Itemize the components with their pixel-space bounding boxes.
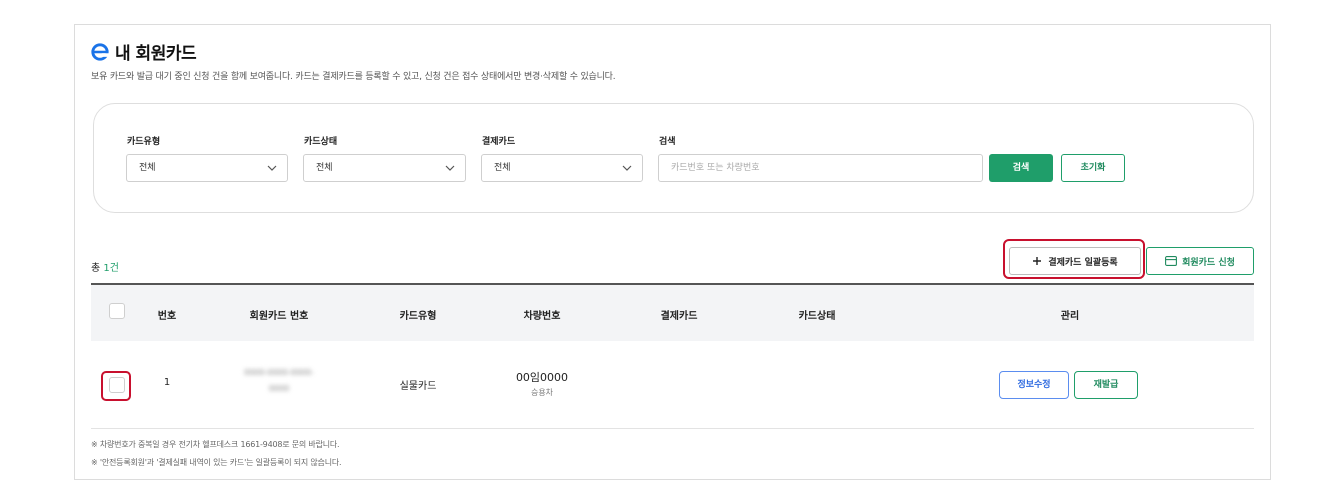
col-card-status: 카드상태 <box>798 311 836 322</box>
bulk-register-button[interactable]: 결제카드 일괄등록 <box>1009 247 1141 275</box>
table-header: 번호 회원카드 번호 카드유형 차량번호 결제카드 카드상태 관리 <box>91 283 1254 341</box>
reissue-button[interactable]: 재발급 <box>1074 371 1138 399</box>
row-vehicle-type: 승용차 <box>530 388 554 397</box>
total-count-value: 1건 <box>103 263 119 274</box>
note-duplicate-vehicle: ※ 차량번호가 중복일 경우 전기차 헬프데스크 1661-9408로 문의 바… <box>91 440 340 449</box>
card-status-label: 카드상태 <box>304 137 338 147</box>
chevron-down-icon <box>445 165 455 171</box>
search-input[interactable]: 카드번호 또는 차량번호 <box>658 154 983 182</box>
page-description: 보유 카드와 발급 대기 중인 신청 건을 함께 보여줍니다. 카드는 결제카드… <box>91 72 616 82</box>
row-card-type: 실물카드 <box>399 381 437 392</box>
row-checkbox-highlight <box>101 371 131 401</box>
total-count: 총 1건 <box>91 259 119 274</box>
page-title: 내 회원카드 <box>115 44 197 64</box>
card-status-value: 전체 <box>316 163 333 173</box>
card-number-line2: 0000 <box>268 384 290 393</box>
row-vehicle-number: 00임0000 <box>515 371 569 384</box>
reset-button[interactable]: 초기화 <box>1061 154 1125 182</box>
payment-card-label: 결제카드 <box>482 137 516 147</box>
chevron-down-icon <box>622 165 632 171</box>
col-payment-card: 결제카드 <box>660 311 698 322</box>
card-icon <box>1165 256 1178 266</box>
card-type-value: 전체 <box>139 163 156 173</box>
select-all-checkbox[interactable] <box>109 303 125 319</box>
plus-icon <box>1033 257 1042 265</box>
card-type-select[interactable]: 전체 <box>126 154 288 182</box>
card-number-line1: 0000-0000-0000- <box>244 368 314 377</box>
search-button[interactable]: 검색 <box>989 154 1053 182</box>
payment-card-value: 전체 <box>494 163 511 173</box>
col-card-number: 회원카드 번호 <box>249 311 309 322</box>
row-number: 1 <box>163 377 171 388</box>
card-type-label: 카드유형 <box>127 137 161 147</box>
search-placeholder: 카드번호 또는 차량번호 <box>671 163 760 173</box>
member-card-panel: 내 회원카드 보유 카드와 발급 대기 중인 신청 건을 함께 보여줍니다. 카… <box>74 24 1271 480</box>
card-number-masked: 0000-0000-0000- 0000 <box>244 365 314 397</box>
edit-info-button[interactable]: 정보수정 <box>999 371 1069 399</box>
col-manage: 관리 <box>1060 311 1080 322</box>
bulk-register-label: 결제카드 일괄등록 <box>1048 257 1118 268</box>
filter-box: 카드유형 전체 카드상태 전체 결제카드 전체 검색 카드번호 또는 차량번호 … <box>93 103 1254 213</box>
card-status-select[interactable]: 전체 <box>303 154 466 182</box>
search-label: 검색 <box>659 137 676 147</box>
note-bulk-exclusion: ※ '안전등록회원'과 '결제실패 내역이 있는 카드'는 일괄등록이 되지 않… <box>91 458 342 467</box>
payment-card-select[interactable]: 전체 <box>481 154 643 182</box>
col-vehicle-number: 차량번호 <box>523 311 561 322</box>
apply-card-label: 회원카드 신청 <box>1182 257 1235 268</box>
apply-card-button[interactable]: 회원카드 신청 <box>1146 247 1254 275</box>
page-header: 내 회원카드 <box>91 39 197 64</box>
col-number: 번호 <box>157 311 177 322</box>
total-prefix: 총 <box>91 263 101 274</box>
chevron-down-icon <box>267 165 277 171</box>
brand-logo-icon <box>91 42 109 61</box>
col-card-type: 카드유형 <box>399 311 437 322</box>
